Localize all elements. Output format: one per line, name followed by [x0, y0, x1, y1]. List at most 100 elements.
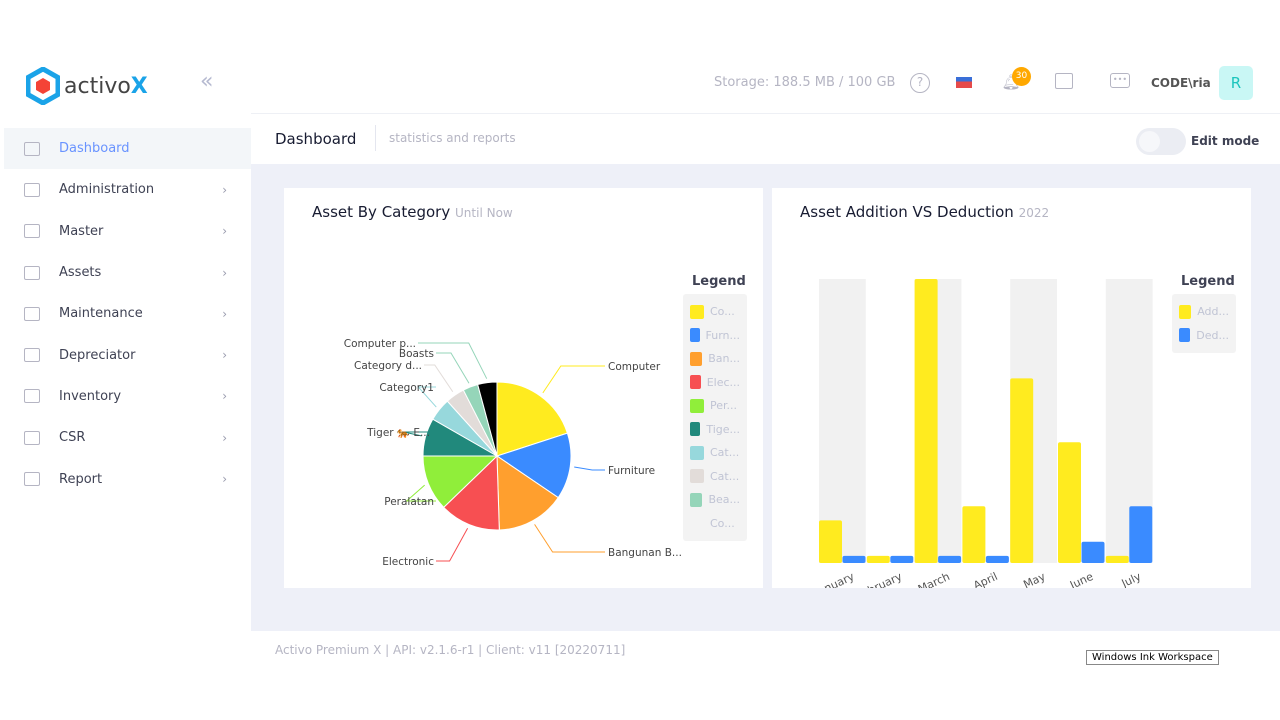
- pie-label: Peralatan: [384, 496, 434, 508]
- legend-label: Cat...: [710, 469, 740, 483]
- edit-mode-label: Edit mode: [1191, 134, 1260, 148]
- sidebar-item-maintenance[interactable]: Maintenance ›: [4, 293, 251, 334]
- csr-icon: [24, 430, 40, 445]
- sidebar-item-label: Depreciator: [59, 347, 136, 363]
- x-tick-label: February: [854, 570, 904, 588]
- sidebar-item-label: Administration: [59, 182, 155, 198]
- bar-deduction[interactable]: [842, 555, 866, 563]
- pie-legend: Co... Furn... Ban... Elec... Per... Tige... Ca…: [683, 294, 747, 541]
- legend-item[interactable]: Add...: [1179, 300, 1229, 324]
- legend-label: Add...: [1197, 305, 1229, 319]
- category-band: [866, 279, 914, 563]
- card-title-text: Asset Addition VS Deduction: [800, 203, 1014, 221]
- edit-mode-toggle[interactable]: [1136, 128, 1186, 155]
- legend-item[interactable]: Co...: [690, 300, 740, 324]
- legend-title: Legend: [1181, 274, 1235, 289]
- pie-leader-line: [436, 352, 470, 384]
- legend-label: Ded...: [1196, 328, 1229, 342]
- bar-deduction[interactable]: [1081, 541, 1105, 563]
- legend-title: Legend: [692, 274, 746, 289]
- master-icon: [24, 224, 40, 239]
- bar-deduction[interactable]: [938, 555, 962, 563]
- pie-label: Electronic: [382, 556, 434, 568]
- chevron-right-icon: ›: [222, 348, 227, 363]
- us-flag-icon[interactable]: [956, 77, 972, 88]
- legend-item[interactable]: Bea...: [690, 488, 740, 512]
- inventory-icon: [24, 389, 40, 404]
- pie-label: Computer: [608, 361, 661, 373]
- chevron-right-icon: ›: [222, 265, 227, 280]
- legend-item[interactable]: Co...: [690, 512, 740, 536]
- bar-deduction[interactable]: [1129, 506, 1153, 563]
- chat-icon[interactable]: •••: [1110, 73, 1130, 88]
- sidebar-item-inventory[interactable]: Inventory ›: [4, 376, 251, 417]
- chevron-right-icon: ›: [222, 182, 227, 197]
- x-tick-label: May: [1021, 570, 1048, 588]
- clipboard-icon[interactable]: [1055, 73, 1073, 89]
- asset-addition-deduction-card: January February March April May June July Ass…: [772, 188, 1251, 588]
- x-tick-label: July: [1119, 570, 1144, 588]
- sidebar-item-report[interactable]: Report ›: [4, 458, 251, 499]
- legend-swatch: [1179, 304, 1192, 319]
- card-title-text: Asset By Category: [312, 203, 451, 221]
- bar-addition[interactable]: [914, 279, 938, 563]
- bar-deduction[interactable]: [985, 555, 1009, 563]
- sidebar-item-csr[interactable]: CSR ›: [4, 417, 251, 458]
- legend-item[interactable]: Cat...: [690, 465, 740, 489]
- legend-item[interactable]: Elec...: [690, 371, 740, 395]
- pie-leader-line: [542, 365, 605, 394]
- sidebar-item-master[interactable]: Master ›: [4, 211, 251, 252]
- bar-addition[interactable]: [819, 520, 842, 563]
- chevron-right-icon: ›: [222, 224, 227, 239]
- sidebar-item-label: Inventory: [59, 388, 122, 404]
- legend-item[interactable]: Ded...: [1179, 324, 1229, 348]
- asset-by-category-card: Computer Furniture Bangunan B... Electronic…: [284, 188, 763, 588]
- footer-version: Activo Premium X | API: v2.1.6-r1 | Clie…: [275, 643, 626, 657]
- sidebar-item-label: Master: [59, 223, 104, 239]
- legend-swatch: [1179, 328, 1191, 343]
- legend-item[interactable]: Per...: [690, 394, 740, 418]
- avatar[interactable]: R: [1219, 66, 1253, 100]
- legend-item[interactable]: Furn...: [690, 324, 740, 348]
- sidebar-item-label: Report: [59, 471, 103, 487]
- legend-item[interactable]: Cat...: [690, 441, 740, 465]
- sidebar-item-dashboard[interactable]: Dashboard: [4, 128, 251, 170]
- dashboard-icon: [24, 141, 40, 156]
- legend-swatch: [690, 516, 704, 530]
- sidebar-item-administration[interactable]: Administration ›: [4, 169, 251, 210]
- x-tick-label: June: [1067, 570, 1095, 588]
- subheader: Dashboard statistics and reports Edit mo…: [251, 114, 1280, 164]
- storage-usage: Storage: 188.5 MB / 100 GB: [714, 75, 896, 90]
- page-title: Dashboard: [275, 130, 357, 148]
- sidebar-item-depreciator[interactable]: Depreciator ›: [4, 334, 251, 375]
- collapse-sidebar-button[interactable]: «: [200, 69, 213, 94]
- bar-addition[interactable]: [1010, 378, 1034, 563]
- sidebar-item-assets[interactable]: Assets ›: [4, 252, 251, 293]
- legend-label: Ban...: [708, 352, 740, 366]
- legend-swatch: [690, 398, 704, 413]
- pie-label: Furniture: [608, 465, 655, 477]
- topbar: Storage: 188.5 MB / 100 GB ? 🔔︎ 30 ••• C…: [251, 55, 1280, 114]
- logo-text: activo: [64, 73, 131, 99]
- sidebar-item-label: CSR: [59, 430, 86, 446]
- bar-addition[interactable]: [1105, 555, 1129, 563]
- legend-item[interactable]: Ban...: [690, 347, 740, 371]
- legend-item[interactable]: Tige...: [690, 418, 740, 442]
- sidebar-item-label: Dashboard: [59, 141, 130, 157]
- sidebar-nav: Dashboard Administration › Master › Assets › Ma…: [4, 128, 251, 500]
- x-tick-label: January: [812, 570, 857, 588]
- legend-swatch: [690, 469, 704, 484]
- logo[interactable]: activoX: [26, 67, 148, 105]
- bar-addition[interactable]: [962, 506, 986, 563]
- help-icon[interactable]: ?: [910, 73, 930, 93]
- bar-addition[interactable]: [866, 555, 890, 563]
- chevron-right-icon: ›: [222, 306, 227, 321]
- bar-addition[interactable]: [1058, 442, 1081, 563]
- administration-icon: [24, 182, 40, 197]
- pie-label: Computer p...: [344, 338, 416, 350]
- x-tick-label: March: [916, 570, 952, 588]
- bar-deduction[interactable]: [890, 555, 914, 563]
- report-icon: [24, 472, 40, 487]
- username[interactable]: CODE\ria: [1151, 76, 1211, 90]
- legend-swatch: [690, 492, 703, 507]
